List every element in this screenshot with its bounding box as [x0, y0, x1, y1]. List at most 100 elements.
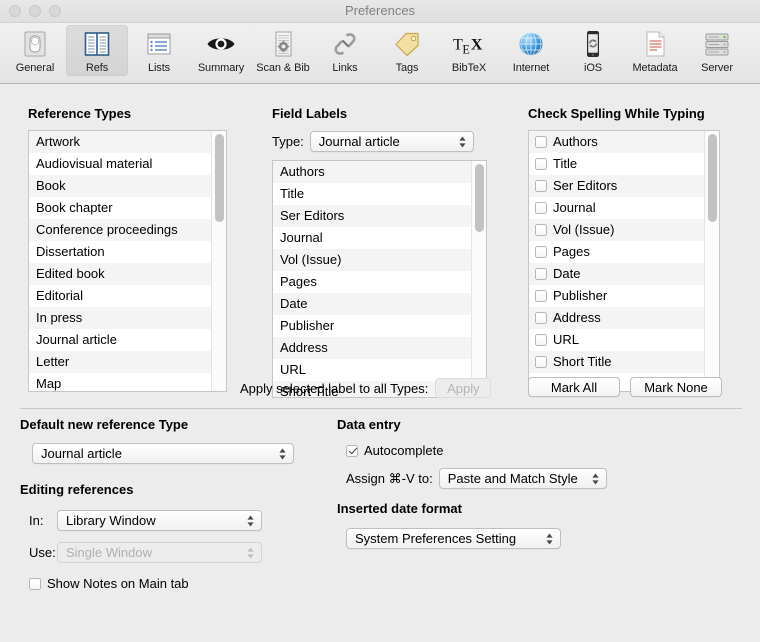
- reference-types-title: Reference Types: [28, 106, 132, 121]
- toolbar-item-lists[interactable]: Lists: [128, 25, 190, 76]
- reference-type-row[interactable]: Edited book: [29, 263, 211, 285]
- reference-type-row[interactable]: In press: [29, 307, 211, 329]
- field-label-row-label: Title: [280, 186, 305, 201]
- apply-button[interactable]: Apply: [435, 378, 492, 398]
- mark-none-button[interactable]: Mark None: [630, 377, 722, 397]
- editing-use-dropdown[interactable]: Single Window: [57, 542, 262, 563]
- reference-type-row-label: In press: [36, 310, 83, 325]
- mark-all-button[interactable]: Mark All: [528, 377, 620, 397]
- reference-type-row[interactable]: Book: [29, 175, 211, 197]
- spell-check-checkbox[interactable]: [535, 334, 547, 346]
- editing-in-dropdown[interactable]: Library Window: [57, 510, 262, 531]
- field-labels-title: Field Labels: [272, 106, 348, 121]
- spell-check-checkbox[interactable]: [535, 136, 547, 148]
- scrollbar-thumb[interactable]: [475, 164, 484, 232]
- show-notes-row[interactable]: Show Notes on Main tab: [29, 576, 300, 591]
- title-bar: Preferences: [0, 0, 760, 23]
- field-label-row[interactable]: Journal: [273, 227, 471, 249]
- field-label-row-label: Ser Editors: [280, 208, 345, 223]
- autocomplete-row[interactable]: Autocomplete: [346, 443, 667, 458]
- spell-check-checkbox[interactable]: [535, 290, 547, 302]
- toolbar-item-internet[interactable]: Internet: [500, 25, 562, 76]
- default-type-dropdown[interactable]: Journal article: [32, 443, 294, 464]
- field-label-row[interactable]: Title: [273, 183, 471, 205]
- spell-check-row[interactable]: Date: [529, 263, 704, 285]
- spell-check-row[interactable]: Journal: [529, 197, 704, 219]
- reference-type-row-label: Map: [36, 376, 62, 391]
- toolbar-item-label: Metadata: [632, 62, 678, 74]
- preferences-content: Reference Types Artwork Audiovisual mater…: [0, 84, 760, 642]
- toolbar-item-label: Lists: [147, 62, 171, 74]
- spell-check-label: Title: [553, 156, 578, 171]
- toolbar-item-bibtex[interactable]: T E X BibTeX: [438, 25, 500, 76]
- section-divider: [20, 408, 742, 409]
- spell-check-row[interactable]: Ser Editors: [529, 175, 704, 197]
- reference-types-panel: Reference Types Artwork Audiovisual mater…: [28, 106, 228, 392]
- reference-type-row[interactable]: Dissertation: [29, 241, 211, 263]
- toolbar-item-general[interactable]: General: [4, 25, 66, 76]
- spell-check-checkbox[interactable]: [535, 158, 547, 170]
- toolbar-item-scan-bib[interactable]: Scan & Bib: [252, 25, 314, 76]
- chevron-updown-icon: [247, 515, 254, 526]
- reference-type-row-label: Letter: [36, 354, 70, 369]
- assign-row: Assign ⌘-V to: Paste and Match Style: [346, 468, 667, 489]
- toolbar-item-label: BibTeX: [451, 62, 487, 74]
- toolbar-item-tags[interactable]: Tags: [376, 25, 438, 76]
- field-labels-list[interactable]: Authors Title Ser Editors Journal Vol (Issue…: [272, 160, 487, 398]
- spell-check-row[interactable]: Title: [529, 153, 704, 175]
- spell-check-checkbox[interactable]: [535, 268, 547, 280]
- field-type-dropdown[interactable]: Journal article: [309, 131, 474, 152]
- spell-check-checkbox[interactable]: [535, 224, 547, 236]
- field-labels-panel: Field Labels Type: Journal article Autho…: [272, 106, 487, 398]
- assign-dropdown[interactable]: Paste and Match Style: [438, 468, 607, 489]
- reference-type-row[interactable]: Letter: [29, 351, 211, 373]
- spell-check-row[interactable]: Vol (Issue): [529, 219, 704, 241]
- spell-check-row[interactable]: Address: [529, 307, 704, 329]
- spell-check-row[interactable]: URL: [529, 329, 704, 351]
- toolbar-item-links[interactable]: Links: [314, 25, 376, 76]
- spell-check-row[interactable]: Pages: [529, 241, 704, 263]
- field-label-row[interactable]: Ser Editors: [273, 205, 471, 227]
- spell-check-checkbox[interactable]: [535, 356, 547, 368]
- assign-label: Assign ⌘-V to:: [346, 470, 433, 486]
- reference-type-row[interactable]: Book chapter: [29, 197, 211, 219]
- toolbar-item-ios[interactable]: iOS: [562, 25, 624, 76]
- toolbar-item-summary[interactable]: Summary: [190, 25, 252, 76]
- scrollbar-thumb[interactable]: [215, 134, 224, 222]
- show-notes-checkbox[interactable]: [29, 577, 41, 590]
- inserted-date-value: System Preferences Setting: [355, 531, 517, 546]
- check-spelling-scrollbar[interactable]: [704, 131, 719, 391]
- spell-check-checkbox[interactable]: [535, 246, 547, 258]
- spell-check-row[interactable]: Short Title: [529, 351, 704, 373]
- toolbar-item-label: General: [15, 62, 55, 74]
- field-label-row[interactable]: Date: [273, 293, 471, 315]
- reference-types-scrollbar[interactable]: [211, 131, 226, 391]
- check-spelling-list[interactable]: Authors Title Ser Editors Journal Vol (Issue…: [528, 130, 720, 392]
- reference-type-row[interactable]: Editorial: [29, 285, 211, 307]
- reference-type-row[interactable]: Audiovisual material: [29, 153, 211, 175]
- reference-type-row[interactable]: Journal article: [29, 329, 211, 351]
- reference-type-row[interactable]: Conference proceedings: [29, 219, 211, 241]
- field-label-row[interactable]: Authors: [273, 161, 471, 183]
- field-label-row[interactable]: Vol (Issue): [273, 249, 471, 271]
- autocomplete-checkbox[interactable]: [346, 444, 358, 457]
- spell-check-row[interactable]: Authors: [529, 131, 704, 153]
- toolbar-item-metadata[interactable]: Metadata: [624, 25, 686, 76]
- field-labels-scrollbar[interactable]: [471, 161, 486, 397]
- reference-type-row[interactable]: Artwork: [29, 131, 211, 153]
- inserted-date-dropdown[interactable]: System Preferences Setting: [346, 528, 561, 549]
- reference-types-list[interactable]: Artwork Audiovisual material Book Book chap…: [28, 130, 227, 392]
- data-entry-panel: Data entry Autocomplete Assign ⌘-V to: P…: [337, 417, 667, 489]
- field-label-row[interactable]: Pages: [273, 271, 471, 293]
- field-label-row[interactable]: Publisher: [273, 315, 471, 337]
- spell-check-checkbox[interactable]: [535, 202, 547, 214]
- spell-check-checkbox[interactable]: [535, 180, 547, 192]
- spell-check-row[interactable]: Publisher: [529, 285, 704, 307]
- spell-check-checkbox[interactable]: [535, 312, 547, 324]
- toolbar-item-refs[interactable]: Refs: [66, 25, 128, 76]
- scrollbar-thumb[interactable]: [708, 134, 717, 222]
- toolbar-item-server[interactable]: Server: [686, 25, 748, 76]
- field-label-row-label: Journal: [280, 230, 323, 245]
- field-label-row[interactable]: Address: [273, 337, 471, 359]
- reference-type-row[interactable]: Map: [29, 373, 211, 391]
